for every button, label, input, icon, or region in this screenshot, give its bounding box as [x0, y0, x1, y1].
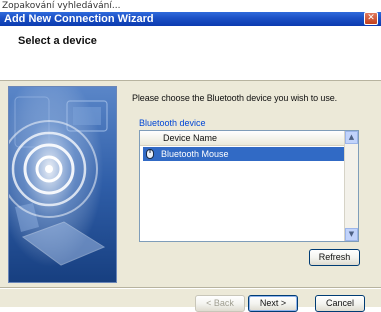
mouse-icon [146, 149, 154, 159]
window-title: Add New Connection Wizard [4, 13, 154, 25]
next-button[interactable]: Next > [248, 295, 298, 312]
footer-divider [0, 287, 381, 289]
column-header-label: Device Name [163, 133, 218, 143]
refresh-button[interactable]: Refresh [309, 249, 360, 266]
back-button[interactable]: < Back [195, 295, 245, 312]
wizard-header: Select a device [0, 26, 381, 81]
chevron-down-icon: ▼ [348, 230, 355, 238]
bluetooth-wizard-illustration [0, 86, 117, 283]
group-label: Bluetooth device [139, 118, 206, 128]
scroll-up-button[interactable]: ▲ [345, 131, 358, 144]
chevron-up-icon: ▲ [348, 133, 355, 141]
page-title: Select a device [18, 35, 97, 47]
device-name: Bluetooth Mouse [161, 149, 229, 159]
bluetooth-illustration-icon [0, 87, 116, 282]
list-item[interactable]: Bluetooth Mouse [143, 147, 344, 161]
title-bar[interactable]: Add New Connection Wizard ✕ [0, 12, 381, 26]
wizard-window: Add New Connection Wizard ✕ Select a dev… [0, 12, 381, 312]
close-window-button[interactable]: ✕ [364, 12, 378, 25]
list-scrollbar[interactable]: ▲ ▼ [344, 131, 358, 241]
device-list[interactable]: Device Name Bluetooth Mouse ▲ ▼ [139, 130, 359, 242]
device-name-column-header[interactable]: Device Name [140, 131, 346, 146]
background-window-text: Zopakování vyhledávání... [0, 0, 381, 12]
close-icon: ✕ [367, 13, 375, 23]
scroll-down-button[interactable]: ▼ [345, 228, 358, 241]
instructions-text: Please choose the Bluetooth device you w… [132, 93, 338, 103]
cancel-button[interactable]: Cancel [315, 295, 365, 312]
